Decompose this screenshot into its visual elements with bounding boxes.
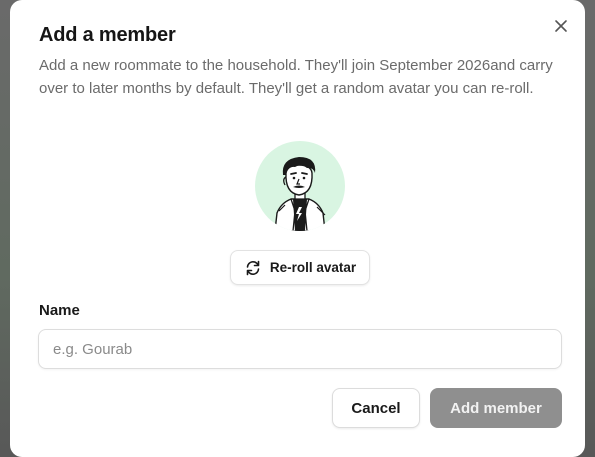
refresh-icon	[246, 260, 260, 275]
member-avatar	[255, 141, 345, 231]
close-icon	[555, 20, 567, 32]
add-member-button[interactable]: Add member	[430, 388, 562, 428]
close-button[interactable]	[550, 15, 572, 37]
reroll-avatar-button[interactable]: Re-roll avatar	[230, 250, 370, 285]
reroll-avatar-label: Re-roll avatar	[269, 260, 357, 275]
dialog-title: Add a member	[39, 24, 176, 46]
name-field-label: Name	[39, 302, 80, 319]
dialog-description: Add a new roommate to the household. The…	[39, 57, 553, 97]
name-input[interactable]	[38, 329, 562, 369]
cancel-button[interactable]: Cancel	[332, 388, 420, 428]
cartoon-person-avatar-icon	[274, 157, 326, 231]
add-member-dialog: Add a member Add a new roommate to the h…	[10, 0, 585, 457]
